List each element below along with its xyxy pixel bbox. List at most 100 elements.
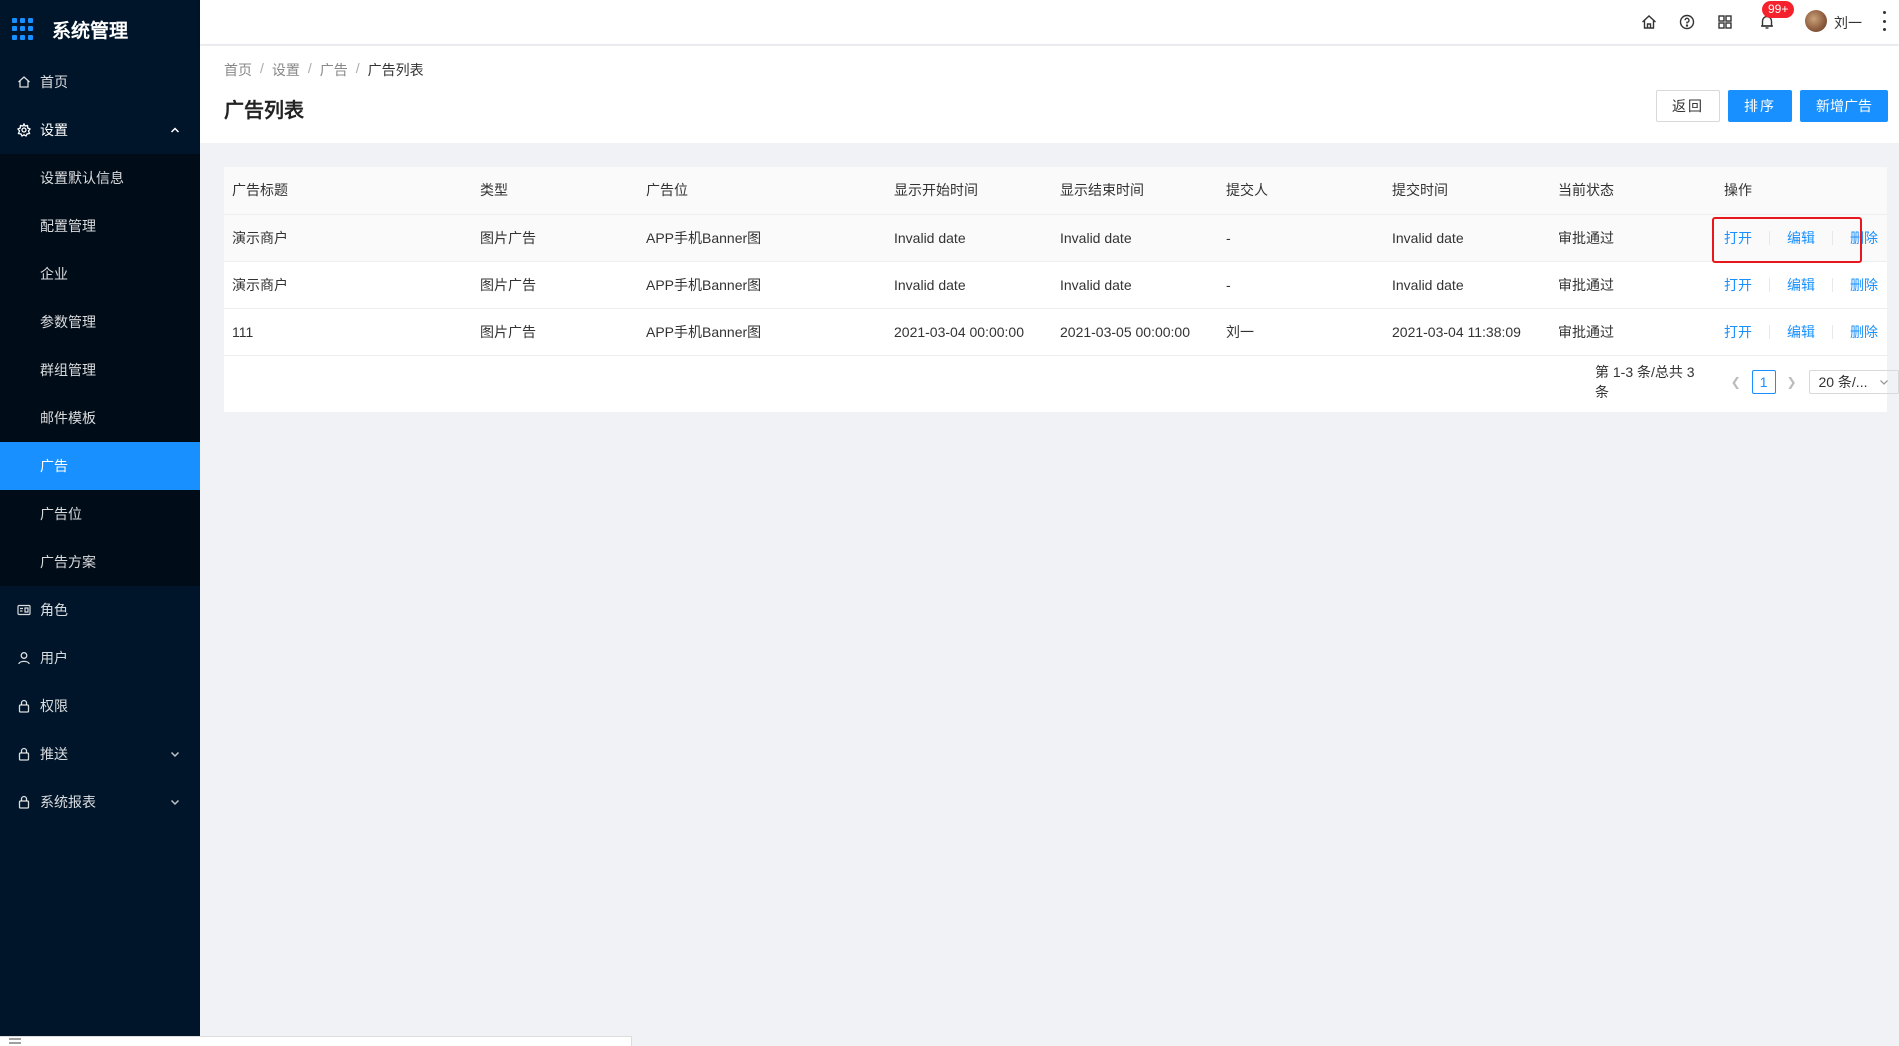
sidebar-item-home[interactable]: 首页 xyxy=(0,58,200,106)
more-menu-icon[interactable] xyxy=(1881,11,1887,31)
page-size-select[interactable]: 20 条/... xyxy=(1809,370,1899,394)
breadcrumb-separator: / xyxy=(260,60,264,76)
open-link[interactable]: 打开 xyxy=(1724,228,1752,248)
sidebar-item-label: 设置默认信息 xyxy=(40,170,124,186)
action-divider xyxy=(1832,230,1833,245)
cell-end-time: 2021-03-05 00:00:00 xyxy=(1052,308,1218,356)
action-divider xyxy=(1769,324,1770,339)
breadcrumb-current: 广告列表 xyxy=(367,62,424,78)
sidebar-item-users[interactable]: 用户 xyxy=(0,634,200,682)
delete-link[interactable]: 删除 xyxy=(1850,228,1878,248)
cell-submit-time: Invalid date xyxy=(1384,214,1550,262)
prev-page-icon[interactable]: ❮ xyxy=(1726,375,1746,389)
sidebar-item-label: 参数管理 xyxy=(40,314,96,330)
sidebar-item-roles[interactable]: 角色 xyxy=(0,586,200,634)
cell-end-time: Invalid date xyxy=(1052,261,1218,309)
cell-slot: APP手机Banner图 xyxy=(638,308,886,356)
sidebar-item-mail-template[interactable]: 邮件模板 xyxy=(0,394,200,442)
sidebar-item-label: 广告 xyxy=(40,458,68,474)
cell-submitter: 刘一 xyxy=(1218,308,1384,356)
home-icon xyxy=(16,74,32,90)
brand[interactable]: 系统管理 xyxy=(0,0,200,58)
column-header: 操作 xyxy=(1716,167,1887,215)
app-grid-icon xyxy=(12,18,34,40)
edit-link[interactable]: 编辑 xyxy=(1787,228,1815,248)
cell-type: 图片广告 xyxy=(472,214,638,262)
lock-icon xyxy=(16,698,32,714)
add-ad-button[interactable]: 新增广告 xyxy=(1800,90,1888,122)
sidebar-item-config[interactable]: 配置管理 xyxy=(0,202,200,250)
cell-end-time: Invalid date xyxy=(1052,214,1218,262)
edit-link[interactable]: 编辑 xyxy=(1787,322,1815,342)
help-icon[interactable] xyxy=(1678,13,1696,31)
breadcrumb-item[interactable]: 设置 xyxy=(272,60,300,80)
action-divider xyxy=(1832,324,1833,339)
cell-slot: APP手机Banner图 xyxy=(638,214,886,262)
cell-submitter: - xyxy=(1218,214,1384,262)
sidebar: 系统管理 首页 设置 设置默认信息 配置管理 企业 参数管理 群组管理 邮件模板… xyxy=(0,0,200,1046)
cell-start-time: 2021-03-04 00:00:00 xyxy=(886,308,1052,356)
chevron-up-icon xyxy=(170,127,180,133)
sidebar-item-groups[interactable]: 群组管理 xyxy=(0,346,200,394)
top-bar: 99+ 刘一 xyxy=(200,0,1899,44)
browser-status-bar xyxy=(0,1036,632,1046)
sidebar-item-reports[interactable]: 系统报表 xyxy=(0,778,200,826)
cell-status: 审批通过 xyxy=(1550,214,1716,262)
avatar[interactable] xyxy=(1805,10,1827,32)
gear-icon xyxy=(16,122,32,138)
sidebar-item-default-info[interactable]: 设置默认信息 xyxy=(0,154,200,202)
sidebar-item-label: 企业 xyxy=(40,266,68,282)
table-row: 演示商户 图片广告 APP手机Banner图 Invalid date Inva… xyxy=(224,214,1887,262)
cell-status: 审批通过 xyxy=(1550,308,1716,356)
open-link[interactable]: 打开 xyxy=(1724,322,1752,342)
cell-start-time: Invalid date xyxy=(886,214,1052,262)
home-icon[interactable] xyxy=(1640,13,1658,31)
cell-type: 图片广告 xyxy=(472,308,638,356)
sidebar-item-label: 邮件模板 xyxy=(40,410,96,426)
sidebar-item-push[interactable]: 推送 xyxy=(0,730,200,778)
column-header: 显示结束时间 xyxy=(1052,167,1218,215)
back-button[interactable]: 返回 xyxy=(1656,90,1720,122)
column-header: 类型 xyxy=(472,167,638,215)
sidebar-item-label: 首页 xyxy=(40,74,68,90)
username[interactable]: 刘一 xyxy=(1834,13,1862,33)
sidebar-item-ads[interactable]: 广告 xyxy=(0,442,200,490)
table-header-row: 广告标题 类型 广告位 显示开始时间 显示结束时间 提交人 提交时间 当前状态 … xyxy=(224,167,1887,215)
breadcrumb-item[interactable]: 首页 xyxy=(224,60,252,80)
id-card-icon xyxy=(16,602,32,618)
sidebar-item-params[interactable]: 参数管理 xyxy=(0,298,200,346)
breadcrumb-separator: / xyxy=(307,60,312,76)
page-number-current[interactable]: 1 xyxy=(1751,370,1776,394)
chevron-down-icon xyxy=(170,751,180,758)
menu-icon xyxy=(9,1038,21,1044)
next-page-icon[interactable]: ❯ xyxy=(1782,375,1802,389)
cell-actions: 打开 编辑 删除 xyxy=(1716,308,1887,356)
cell-submitter: - xyxy=(1218,261,1384,309)
sidebar-item-ad-plan[interactable]: 广告方案 xyxy=(0,538,200,586)
cell-submit-time: Invalid date xyxy=(1384,261,1550,309)
sidebar-item-permissions[interactable]: 权限 xyxy=(0,682,200,730)
sidebar-item-settings[interactable]: 设置 xyxy=(0,106,200,154)
sort-button[interactable]: 排序 xyxy=(1728,90,1792,122)
sidebar-item-label: 广告方案 xyxy=(40,554,96,570)
edit-link[interactable]: 编辑 xyxy=(1787,275,1815,295)
sidebar-item-label: 权限 xyxy=(40,698,68,714)
cell-start-time: Invalid date xyxy=(886,261,1052,309)
apps-icon[interactable] xyxy=(1716,13,1734,31)
lock-icon xyxy=(16,746,32,762)
pagination: 第 1-3 条/总共 3 条 ❮ 1 ❯ 20 条/... xyxy=(1595,364,1899,400)
cell-title: 演示商户 xyxy=(224,261,472,309)
cell-actions: 打开 编辑 删除 xyxy=(1716,261,1887,309)
sidebar-item-ad-slot[interactable]: 广告位 xyxy=(0,490,200,538)
user-icon xyxy=(16,650,32,666)
page-title: 广告列表 xyxy=(224,100,304,122)
sidebar-item-label: 群组管理 xyxy=(40,362,96,378)
breadcrumb-item[interactable]: 广告 xyxy=(320,60,348,80)
cell-actions: 打开 编辑 删除 xyxy=(1716,214,1887,262)
page-size-value: 20 条/... xyxy=(1818,374,1868,390)
cell-title: 111 xyxy=(224,308,472,356)
delete-link[interactable]: 删除 xyxy=(1850,275,1878,295)
delete-link[interactable]: 删除 xyxy=(1850,322,1878,342)
sidebar-item-enterprise[interactable]: 企业 xyxy=(0,250,200,298)
open-link[interactable]: 打开 xyxy=(1724,275,1752,295)
